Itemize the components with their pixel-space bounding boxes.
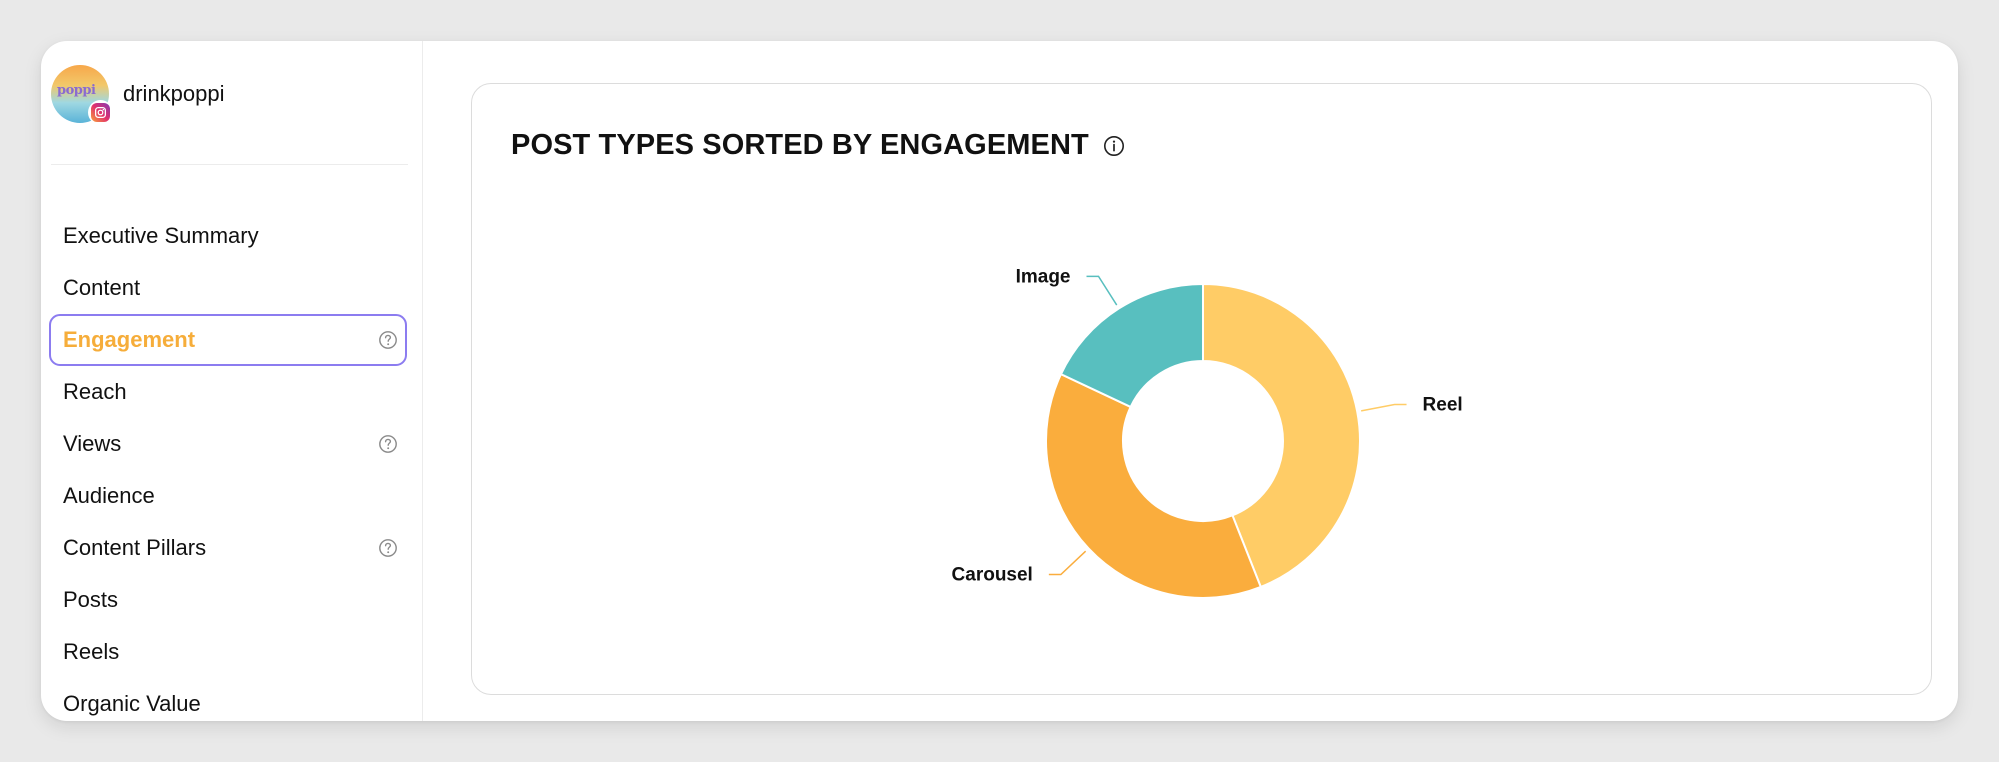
sidebar-item-label: Reach <box>63 379 127 404</box>
sidebar-item-label: Views <box>63 431 122 456</box>
donut-chart: Reel Carousel Image <box>952 266 1463 599</box>
sidebar-item-label: Content <box>63 275 141 300</box>
profile-name: drinkpoppi <box>123 81 225 106</box>
sidebar-item-label: Audience <box>63 483 155 508</box>
sidebar: poppi drinkpoppi Executive Summary Conte… <box>41 41 423 721</box>
main-content: Reel Carousel Image POST TYPES SORTED BY E… <box>423 41 1958 721</box>
leader-line-carousel <box>1048 550 1087 576</box>
slice-label-image: Image <box>1016 266 1071 287</box>
sidebar-nav: Executive Summary Content Engagement Rea… <box>49 210 407 721</box>
help-icon[interactable] <box>378 330 398 350</box>
profile-header[interactable]: poppi drinkpoppi <box>51 65 225 125</box>
app-window: poppi drinkpoppi Executive Summary Conte… <box>41 41 1958 721</box>
card-title: POST TYPES SORTED BY ENGAGEMENT <box>511 129 1089 161</box>
sidebar-divider <box>51 164 408 165</box>
sidebar-item-engagement[interactable]: Engagement <box>49 314 407 366</box>
sidebar-item-content[interactable]: Content <box>49 262 407 314</box>
sidebar-item-audience[interactable]: Audience <box>49 470 407 522</box>
sidebar-item-content-pillars[interactable]: Content Pillars <box>49 522 407 574</box>
sidebar-item-organic-value[interactable]: Organic Value <box>49 678 407 721</box>
info-icon[interactable] <box>1103 135 1125 157</box>
avatar[interactable]: poppi <box>51 65 113 125</box>
help-icon[interactable] <box>378 538 398 558</box>
sidebar-item-label: Engagement <box>63 327 196 352</box>
card-title-row: POST TYPES SORTED BY ENGAGEMENT <box>511 129 1125 162</box>
sidebar-item-views[interactable]: Views <box>49 418 407 470</box>
sidebar-item-label: Organic Value <box>63 691 201 716</box>
slice-carousel[interactable] <box>1045 372 1263 599</box>
sidebar-item-label: Reels <box>63 639 120 664</box>
leader-line-image <box>1086 275 1118 306</box>
sidebar-item-reels[interactable]: Reels <box>49 626 407 678</box>
instagram-icon <box>88 100 113 125</box>
slice-label-reel: Reel <box>1423 394 1463 415</box>
avatar-logo: poppi <box>57 83 96 98</box>
sidebar-item-label: Content Pillars <box>63 535 207 560</box>
slice-label-carousel: Carousel <box>952 564 1033 585</box>
engagement-card: Reel Carousel Image POST TYPES SORTED BY E… <box>471 83 1932 695</box>
sidebar-item-posts[interactable]: Posts <box>49 574 407 626</box>
sidebar-item-reach[interactable]: Reach <box>49 366 407 418</box>
sidebar-item-label: Posts <box>63 587 119 612</box>
leader-line-reel <box>1361 403 1407 412</box>
help-icon[interactable] <box>378 434 398 454</box>
sidebar-item-executive-summary[interactable]: Executive Summary <box>49 210 407 262</box>
sidebar-item-label: Executive Summary <box>63 223 259 248</box>
